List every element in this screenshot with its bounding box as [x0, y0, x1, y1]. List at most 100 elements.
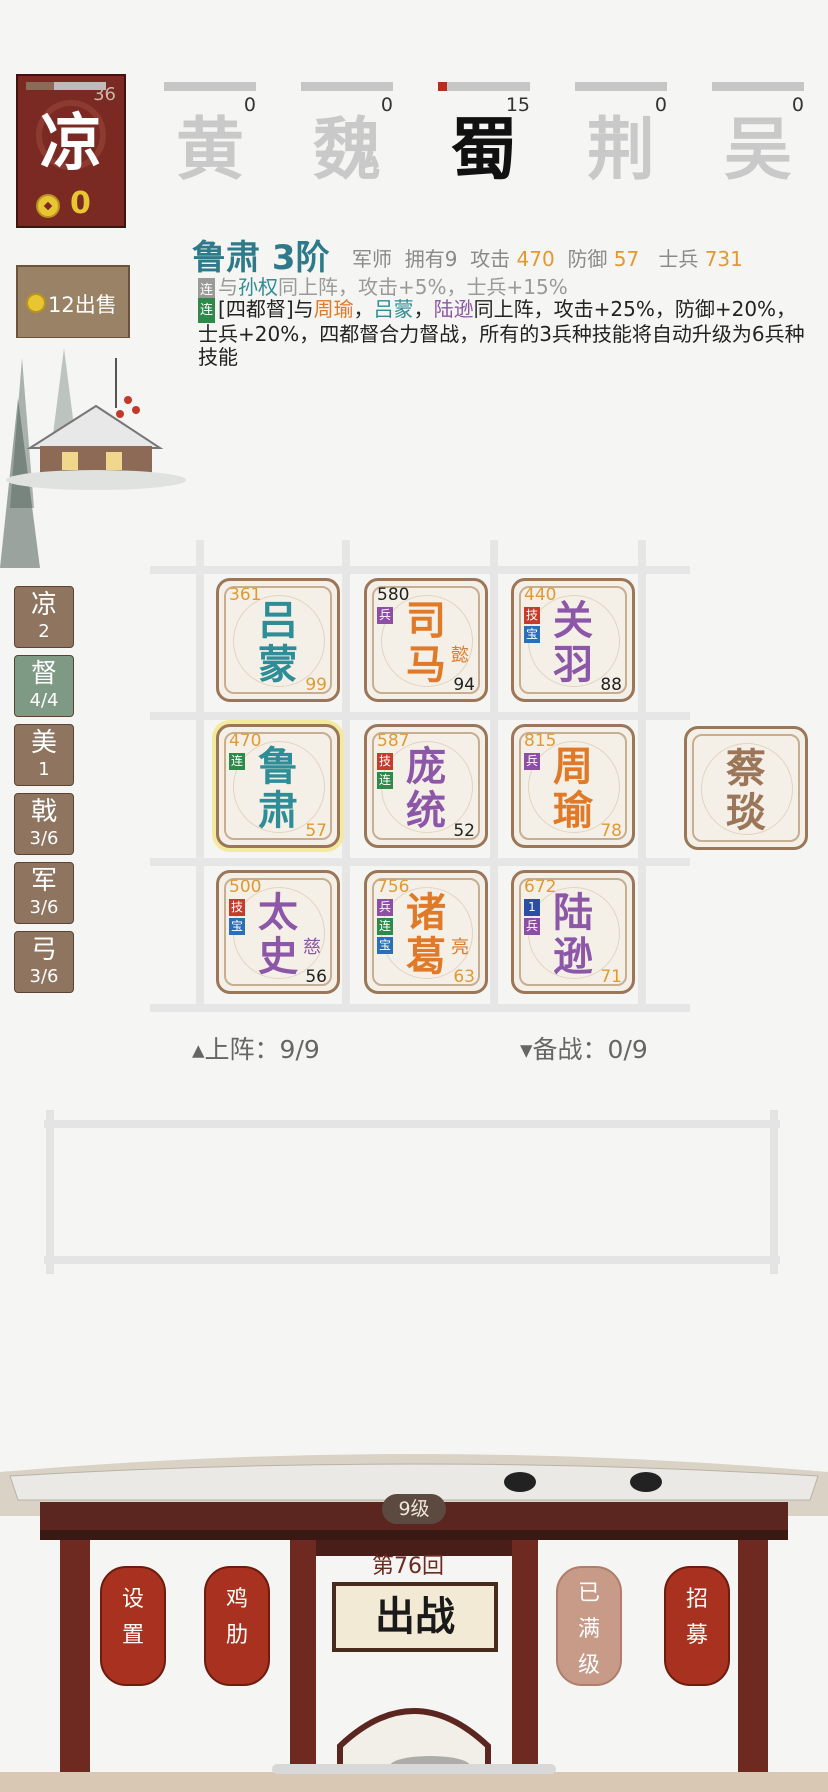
hero-stats: 军师 拥有9 攻击 470 防御 57 士兵 731	[352, 243, 743, 272]
faction-tab-name: 吴	[723, 110, 792, 190]
hero-name: 周瑜	[553, 744, 593, 834]
faction-name: 凉	[39, 106, 102, 179]
faction-tab-name: 蜀	[449, 110, 518, 190]
faction-progress-fill	[26, 82, 54, 90]
hero-card-extra[interactable]: 蔡琰	[684, 726, 808, 850]
rib-button[interactable]: 鸡肋	[204, 1556, 270, 1696]
bond-badge: 连	[198, 278, 216, 299]
hero-name: 陆逊	[553, 890, 593, 980]
category-tab[interactable]: 美1	[14, 724, 74, 786]
hero-card[interactable]: 470 连鲁肃 57	[216, 724, 340, 848]
battle-button[interactable]: 出战	[332, 1582, 498, 1652]
hero-card[interactable]: 580 兵司马懿 94	[364, 578, 488, 702]
hero-name: 鲁肃	[258, 744, 298, 834]
category-count: 1	[38, 759, 50, 780]
hero-card[interactable]: 500 技宝太史慈 56	[216, 870, 340, 994]
faction-card[interactable]: 36 凉 0	[16, 74, 126, 228]
def-value: 57	[613, 247, 640, 271]
level-badge: 9级	[382, 1494, 446, 1524]
def-label: 防御	[567, 247, 608, 271]
hero-card[interactable]: 587 技连庞统 52	[364, 724, 488, 848]
faction-tab[interactable]: 0黄	[164, 82, 256, 188]
recruit-label: 招募	[685, 1587, 708, 1648]
hero-level: 52	[453, 821, 475, 841]
hero-card[interactable]: 440 技宝关羽 88	[511, 578, 635, 702]
category-tab[interactable]: 戟 3/6	[14, 793, 74, 855]
coin-value: 0	[70, 186, 91, 221]
hero-name: 关羽	[553, 598, 593, 688]
bench-count: ▾备战：0/9	[520, 1035, 648, 1064]
hero-card[interactable]: 815 兵周瑜 78	[511, 724, 635, 848]
bond-hero-name: 孙权	[238, 275, 279, 299]
hero-level: 99	[305, 675, 327, 695]
hero-level: 63	[453, 967, 475, 987]
recruit-button[interactable]: 招募	[664, 1556, 730, 1696]
hero-name: 蔡琰	[726, 746, 766, 836]
faction-count: 36	[93, 84, 116, 105]
hero-name-suffix: 亮	[451, 937, 469, 958]
atk-label: 攻击	[470, 247, 511, 271]
hero-level: 88	[600, 675, 622, 695]
faction-tab[interactable]: 0吴	[712, 82, 804, 188]
faction-tab-name: 荆	[586, 110, 655, 190]
coin-icon	[26, 293, 46, 313]
category-name: 督	[30, 659, 57, 689]
faction-tab-bar	[575, 82, 667, 91]
settings-button[interactable]: 设置	[100, 1556, 166, 1696]
faction-tab-bar-fill	[438, 82, 448, 91]
category-count: 3/6	[29, 897, 59, 918]
bond-text: ，	[353, 297, 374, 321]
bond-text: 与	[218, 275, 239, 299]
bond-hero-name: 吕蒙	[373, 297, 414, 321]
bond-line-2: 连 [四都督]与周瑜，吕蒙，陆逊同上阵，攻击+25%，防御+20%，士兵+20%，…	[198, 298, 808, 369]
atk-value: 470	[516, 247, 555, 271]
category-tab[interactable]: 督 4/4	[14, 655, 74, 717]
coin-icon	[36, 194, 60, 218]
faction-tab-bar	[301, 82, 393, 91]
hero-name-suffix: 懿	[451, 645, 469, 666]
category-tab[interactable]: 弓 3/6	[14, 931, 74, 993]
category-name: 弓	[30, 935, 57, 965]
hero-name: 庞统	[406, 744, 446, 834]
category-count: 3/6	[29, 966, 59, 987]
hero-level: 78	[600, 821, 622, 841]
bond-text: ，	[413, 297, 434, 321]
faction-tab[interactable]: 0魏	[301, 82, 393, 188]
faction-tab-name: 黄	[175, 110, 244, 190]
rib-label: 鸡肋	[225, 1587, 248, 1648]
bond-text: [四都督]与	[218, 297, 314, 321]
hero-name: 吕蒙	[258, 598, 298, 688]
category-count: 4/4	[29, 690, 59, 711]
category-tab[interactable]: 军 3/6	[14, 862, 74, 924]
category-count: 2	[38, 621, 50, 642]
hero-card[interactable]: 672 1 兵陆逊 71	[511, 870, 635, 994]
battle-label: 出战	[375, 1593, 455, 1640]
troops-value: 731	[704, 247, 743, 271]
hero-owned: 拥有9	[404, 247, 458, 271]
faction-tab-bar	[712, 82, 804, 91]
on-field-count: ▴上阵：9/9	[192, 1035, 320, 1064]
bond-text: 同上阵，攻击+5%，士兵+15%	[278, 275, 568, 299]
hero-card[interactable]: 361 吕蒙 99	[216, 578, 340, 702]
category-name: 凉	[30, 590, 57, 620]
category-tab[interactable]: 凉2	[14, 586, 74, 648]
faction-tab[interactable]: 0荆	[575, 82, 667, 188]
hero-level: 56	[305, 967, 327, 987]
hero-role: 军师	[352, 247, 392, 271]
sell-button[interactable]: 12出售	[16, 265, 130, 339]
settings-label: 设置	[121, 1587, 144, 1648]
home-indicator[interactable]	[272, 1764, 556, 1774]
hero-name-suffix: 慈	[303, 937, 321, 958]
sell-label: 12出售	[48, 293, 117, 317]
bond-hero-name: 陆逊	[433, 297, 474, 321]
faction-tab-name: 魏	[312, 110, 381, 190]
hero-level: 71	[600, 967, 622, 987]
category-name: 戟	[30, 797, 57, 827]
wave-label: 第76回	[372, 1554, 444, 1579]
faction-tab-bar	[438, 82, 530, 91]
hero-card[interactable]: 756 兵连宝诸葛亮 63	[364, 870, 488, 994]
faction-tab[interactable]: 15 蜀	[438, 82, 530, 188]
maxed-button[interactable]: 已满级	[556, 1556, 622, 1696]
bench-area	[44, 1110, 780, 1274]
category-name: 美	[30, 728, 57, 758]
